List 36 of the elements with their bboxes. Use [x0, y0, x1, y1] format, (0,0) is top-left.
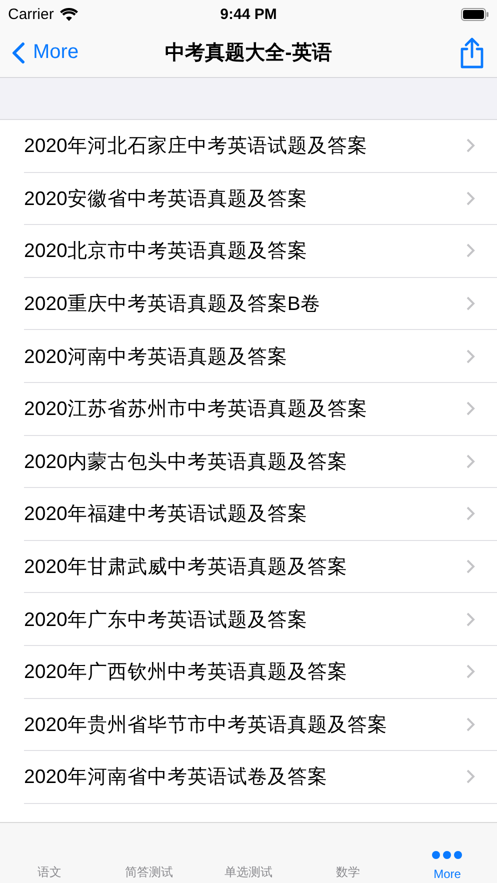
- back-link[interactable]: More: [12, 41, 166, 64]
- chevron-icon: [466, 454, 475, 469]
- wifi-icon: [60, 8, 78, 20]
- chevron-icon: [466, 138, 475, 154]
- chevron-icon: [466, 664, 475, 680]
- battery-icon: [461, 8, 490, 20]
- list-row[interactable]: 2020北京市中考英语真题及答案: [24, 225, 497, 278]
- carrier-label: Carrier: [8, 6, 54, 22]
- list-row[interactable]: 2020年福建中考英语试题及答案: [24, 488, 497, 541]
- chevron-icon: [466, 716, 475, 732]
- list-row[interactable]: 2020江苏省苏州市中考英语真题及答案: [24, 382, 497, 436]
- nav-title: 中考真题大全-英语: [165, 41, 332, 66]
- chevron-icon: [466, 506, 475, 522]
- chevron-icon: [466, 769, 475, 784]
- chevron-icon: [466, 296, 475, 312]
- back-chevron-icon: [12, 42, 25, 64]
- list-row[interactable]: 2020内蒙古包头中考英语真题及答案: [24, 436, 497, 488]
- more-icon: [432, 851, 462, 859]
- list-row[interactable]: 2020河南中考英语真题及答案: [24, 330, 497, 383]
- list-row[interactable]: 2020年甘肃武威中考英语真题及答案: [24, 540, 497, 594]
- chevron-icon: [466, 190, 475, 206]
- list-row[interactable]: 2020年河北石家庄中考英语试题及答案: [24, 120, 497, 173]
- share-button[interactable]: [459, 36, 486, 68]
- tab-item[interactable]: More: [398, 823, 497, 883]
- list-row[interactable]: 2020年河南省中考英语试卷及答案: [24, 751, 497, 804]
- list-row[interactable]: 2020年贵州省毕节市中考英语真题及答案: [24, 698, 497, 752]
- list-row[interactable]: 2020年广东中考英语试题及答案: [24, 593, 497, 646]
- clock-time: 9:44 PM: [220, 6, 277, 22]
- list-row[interactable]: 2020安徽省中考英语真题及答案: [24, 172, 497, 226]
- chevron-icon: [466, 243, 475, 258]
- list-row[interactable]: 2020重庆中考英语真题及答案B卷: [24, 278, 497, 330]
- list-row[interactable]: 2020年广西钦州中考英语真题及答案: [24, 646, 497, 699]
- chevron-icon: [466, 559, 475, 574]
- chevron-icon: [466, 612, 475, 627]
- chevron-icon: [466, 348, 475, 364]
- chevron-icon: [466, 401, 475, 416]
